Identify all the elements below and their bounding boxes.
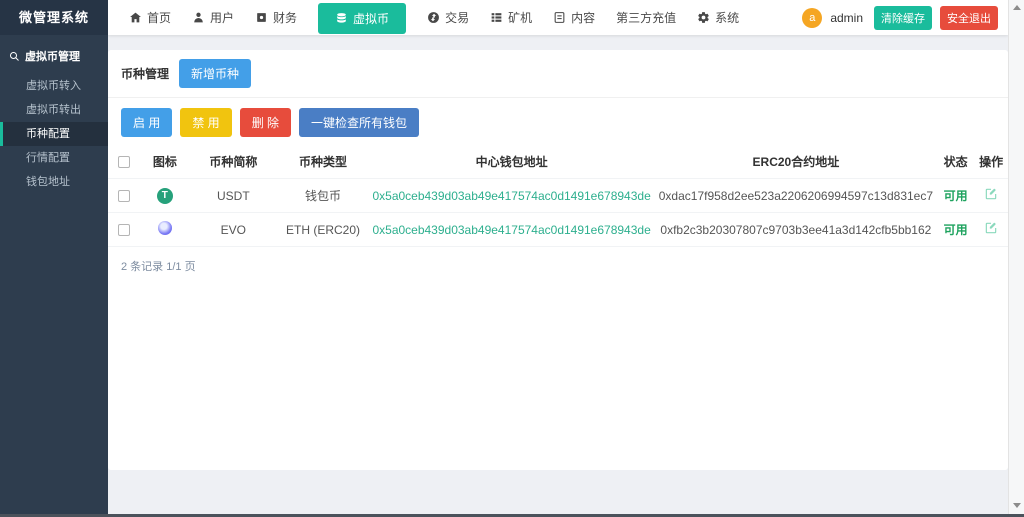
coin-type: 钱包币 xyxy=(278,179,369,213)
nav-item-label: 虚拟币 xyxy=(353,10,389,27)
nav-item-trade[interactable]: 交易 xyxy=(427,0,469,35)
nav-item-users[interactable]: 用户 xyxy=(192,0,234,35)
user-icon xyxy=(192,11,205,24)
scroll-up-arrow-icon[interactable] xyxy=(1013,5,1021,10)
app-window: 微管理系统 虚拟币管理 虚拟币转入 虚拟币转出 币种配置 行情配置 钱包地址 首… xyxy=(0,0,1024,517)
enable-button[interactable]: 启 用 xyxy=(121,108,172,137)
edit-button[interactable] xyxy=(984,187,998,201)
nav-item-label: 第三方充值 xyxy=(616,9,676,26)
column-header-symbol: 币种简称 xyxy=(189,145,278,179)
nav-item-label: 用户 xyxy=(210,9,234,26)
logout-button[interactable]: 安全退出 xyxy=(940,6,998,30)
nav-item-label: 财务 xyxy=(273,9,297,26)
user-name: admin xyxy=(830,11,863,25)
add-coin-button[interactable]: 新增币种 xyxy=(179,59,251,88)
wallet-address-link[interactable]: 0x5a0ceb439d03ab49e417574ac0d1491e678943… xyxy=(372,223,650,237)
clear-cache-button[interactable]: 清除缓存 xyxy=(874,6,932,30)
nav-item-label: 系统 xyxy=(715,9,739,26)
sidebar-item-label: 虚拟币转入 xyxy=(26,80,81,92)
edit-button[interactable] xyxy=(984,221,998,235)
document-icon xyxy=(553,11,566,24)
nav-item-virtual-coin[interactable]: 虚拟币 xyxy=(318,3,406,34)
sidebar-section-header: 虚拟币管理 xyxy=(0,35,108,74)
table-row: EVO ETH (ERC20) 0x5a0ceb439d03ab49e41757… xyxy=(108,213,1008,247)
coin-type: ETH (ERC20) xyxy=(278,213,369,247)
search-icon xyxy=(9,51,20,62)
sidebar-item-label: 钱包地址 xyxy=(26,176,70,188)
sidebar-section-title: 虚拟币管理 xyxy=(25,48,80,64)
vertical-scrollbar[interactable] xyxy=(1008,0,1024,514)
column-header-action: 操作 xyxy=(974,145,1008,179)
bulk-action-bar: 启 用 禁 用 删 除 一键检查所有钱包 xyxy=(108,98,1008,145)
sidebar-item-label: 行情配置 xyxy=(26,152,70,164)
coins-icon xyxy=(335,12,348,25)
usdt-coin-icon: T xyxy=(157,188,173,204)
check-all-wallets-button[interactable]: 一键检查所有钱包 xyxy=(299,108,419,137)
main-content: 币种管理 新增币种 启 用 禁 用 删 除 一键检查所有钱包 图标 币 xyxy=(108,35,1008,514)
nav-item-label: 内容 xyxy=(571,9,595,26)
nav-item-content[interactable]: 内容 xyxy=(553,0,595,35)
edit-icon xyxy=(984,187,998,201)
sidebar-item-coin-out[interactable]: 虚拟币转出 xyxy=(0,98,108,122)
table-header-row: 图标 币种简称 币种类型 中心钱包地址 ERC20合约地址 状态 操作 xyxy=(108,145,1008,179)
home-icon xyxy=(129,11,142,24)
erc20-address: 0xdac17f958d2ee523a2206206994597c13d831e… xyxy=(655,179,937,213)
nav-item-third-party-recharge[interactable]: 第三方充值 xyxy=(616,0,676,35)
nav-item-system[interactable]: 系统 xyxy=(697,0,739,35)
column-header-icon: 图标 xyxy=(141,145,189,179)
column-header-erc20: ERC20合约地址 xyxy=(655,145,937,179)
topbar-user-area: a admin 清除缓存 安全退出 xyxy=(802,6,1008,30)
select-all-checkbox[interactable] xyxy=(118,156,130,168)
exchange-icon xyxy=(427,11,440,24)
nav-item-miner[interactable]: 矿机 xyxy=(490,0,532,35)
nav-item-home[interactable]: 首页 xyxy=(129,0,171,35)
tab-coin-management[interactable]: 币种管理 xyxy=(121,65,169,82)
scroll-down-arrow-icon[interactable] xyxy=(1013,503,1021,508)
table-row: T USDT 钱包币 0x5a0ceb439d03ab49e417574ac0d… xyxy=(108,179,1008,213)
column-header-wallet: 中心钱包地址 xyxy=(368,145,654,179)
avatar[interactable]: a xyxy=(802,8,822,28)
sidebar-item-market-config[interactable]: 行情配置 xyxy=(0,146,108,170)
nav-item-label: 首页 xyxy=(147,9,171,26)
record-count: 2 条记录 1/1 页 xyxy=(108,247,1008,285)
row-checkbox[interactable] xyxy=(118,190,130,202)
row-checkbox[interactable] xyxy=(118,224,130,236)
status-badge: 可用 xyxy=(944,223,968,237)
nav-item-finance[interactable]: 财务 xyxy=(255,0,297,35)
miner-list-icon xyxy=(490,11,503,24)
finance-icon xyxy=(255,11,268,24)
coin-config-card: 币种管理 新增币种 启 用 禁 用 删 除 一键检查所有钱包 图标 币 xyxy=(108,50,1008,470)
disable-button[interactable]: 禁 用 xyxy=(180,108,231,137)
coin-symbol: USDT xyxy=(189,179,278,213)
wallet-address-link[interactable]: 0x5a0ceb439d03ab49e417574ac0d1491e678943… xyxy=(372,189,650,203)
sidebar-item-coin-in[interactable]: 虚拟币转入 xyxy=(0,74,108,98)
column-header-type: 币种类型 xyxy=(278,145,369,179)
nav-item-label: 交易 xyxy=(445,9,469,26)
nav-item-label: 矿机 xyxy=(508,9,532,26)
sidebar-item-wallet-address[interactable]: 钱包地址 xyxy=(0,170,108,194)
card-tab-bar: 币种管理 新增币种 xyxy=(108,50,1008,98)
delete-button[interactable]: 删 除 xyxy=(240,108,291,137)
sidebar: 微管理系统 虚拟币管理 虚拟币转入 虚拟币转出 币种配置 行情配置 钱包地址 xyxy=(0,0,108,517)
coin-symbol: EVO xyxy=(189,213,278,247)
evo-coin-icon xyxy=(158,221,172,235)
top-navbar: 首页 用户 财务 虚拟币 交易 矿机 内容 第三方充值 xyxy=(108,0,1008,35)
erc20-address: 0xfb2c3b20307807c9703b3ee41a3d142cfb5bb1… xyxy=(655,213,937,247)
sidebar-item-label: 币种配置 xyxy=(26,128,70,140)
sidebar-item-coin-config[interactable]: 币种配置 xyxy=(0,122,108,146)
status-badge: 可用 xyxy=(944,189,968,203)
gear-icon xyxy=(697,11,710,24)
edit-icon xyxy=(984,221,998,235)
sidebar-item-label: 虚拟币转出 xyxy=(26,104,81,116)
column-header-status: 状态 xyxy=(937,145,974,179)
app-title: 微管理系统 xyxy=(0,0,108,35)
coin-table: 图标 币种简称 币种类型 中心钱包地址 ERC20合约地址 状态 操作 T US… xyxy=(108,145,1008,247)
